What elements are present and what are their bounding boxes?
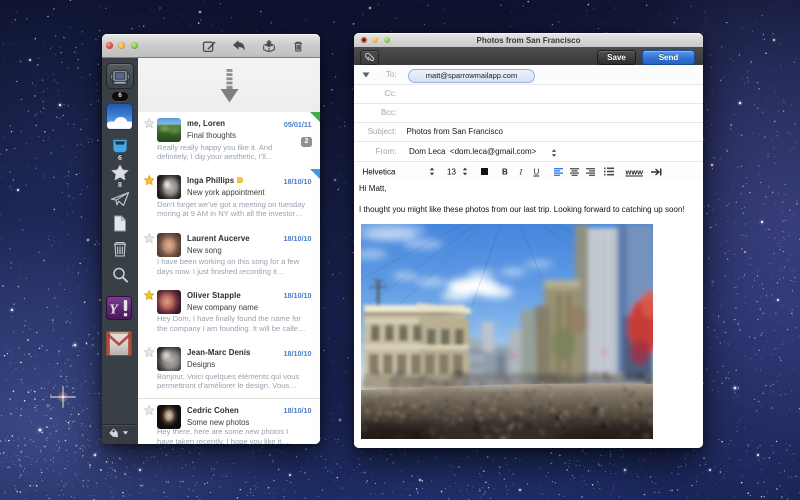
svg-text:Y: Y [109, 303, 119, 318]
